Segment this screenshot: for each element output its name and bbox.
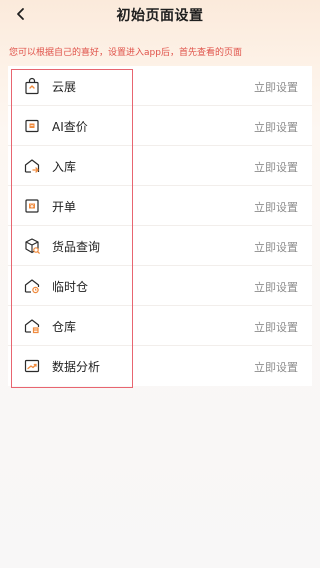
item-label: 数据分析: [52, 360, 101, 374]
price-tag-icon: [25, 119, 39, 133]
list-item-ai-price[interactable]: AI查价 立即设置: [8, 106, 312, 146]
list-item-temp-warehouse[interactable]: 临时仓 立即设置: [8, 266, 312, 306]
header-bar: 初始页面设置: [0, 0, 320, 30]
trend-chart-icon: [24, 359, 40, 373]
warehouse-icon: [24, 319, 40, 334]
item-label: 开单: [52, 200, 77, 214]
list-item-data-analysis[interactable]: 数据分析 立即设置: [8, 346, 312, 386]
set-now-link[interactable]: 立即设置: [254, 239, 298, 255]
set-now-link[interactable]: 立即设置: [254, 199, 298, 215]
item-label: 临时仓: [52, 280, 89, 294]
set-now-link[interactable]: 立即设置: [254, 79, 298, 95]
warehouse-in-icon: [24, 159, 40, 173]
list-item-goods-query[interactable]: 货品查询 立即设置: [8, 226, 312, 266]
temp-warehouse-icon: [24, 279, 40, 294]
list-item-create-order[interactable]: 开单 立即设置: [8, 186, 312, 226]
list-item-warehouse[interactable]: 仓库 立即设置: [8, 306, 312, 346]
item-label: AI查价: [52, 120, 88, 134]
set-now-link[interactable]: 立即设置: [254, 279, 298, 295]
page-option-list: 云展 立即设置 AI查价 立即设置 入库 立即设置 开单 立即设置 货品查询 立…: [8, 66, 312, 386]
item-label: 货品查询: [52, 240, 101, 254]
hint-text: 您可以根据自己的喜好，设置进入app后，首先查看的页面: [9, 48, 242, 58]
list-item-cloud-show[interactable]: 云展 立即设置: [8, 66, 312, 106]
item-label: 入库: [52, 160, 77, 174]
package-search-icon: [25, 238, 40, 254]
set-now-link[interactable]: 立即设置: [254, 159, 298, 175]
set-now-link[interactable]: 立即设置: [254, 319, 298, 335]
shopping-bag-icon: [25, 77, 39, 95]
list-item-stock-in[interactable]: 入库 立即设置: [8, 146, 312, 186]
order-sheet-icon: [25, 199, 39, 213]
set-now-link[interactable]: 立即设置: [254, 359, 298, 375]
set-now-link[interactable]: 立即设置: [254, 119, 298, 135]
item-label: 云展: [52, 80, 77, 94]
item-label: 仓库: [52, 320, 77, 334]
page-title: 初始页面设置: [116, 8, 204, 24]
